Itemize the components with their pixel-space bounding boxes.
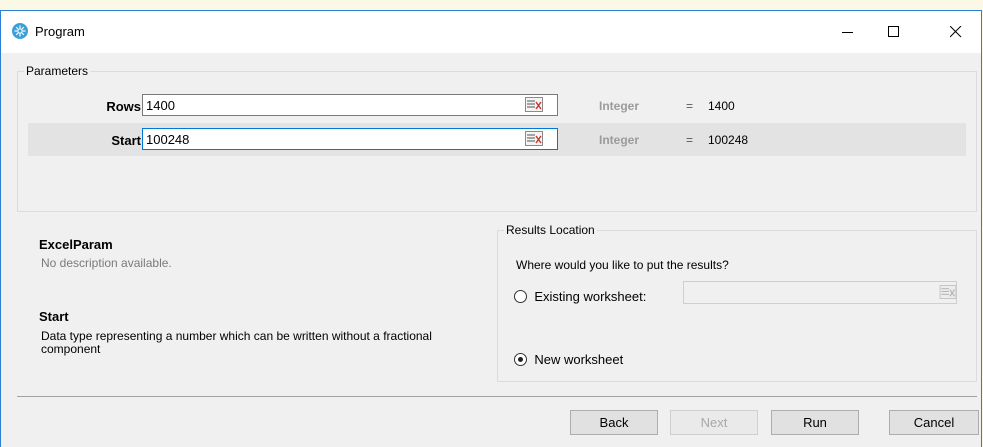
- range-picker-icon[interactable]: [525, 131, 543, 146]
- title-bar: Program: [1, 11, 981, 53]
- maximize-button[interactable]: [871, 11, 917, 53]
- results-location-group: Results Location Where would you like to…: [497, 223, 977, 382]
- param-equals-rows: =: [686, 99, 694, 113]
- range-picker-icon[interactable]: [525, 97, 543, 112]
- maximize-icon: [888, 26, 899, 37]
- param-label-start: Start: [111, 133, 141, 148]
- param-result-rows: 1400: [708, 99, 735, 113]
- param-label-rows: Rows: [106, 99, 141, 114]
- range-picker-icon[interactable]: [939, 285, 957, 299]
- existing-worksheet-radio[interactable]: Existing worksheet:: [514, 289, 646, 304]
- parameters-legend: Parameters: [24, 64, 91, 78]
- param-row-rows: Rows Integer = 1400: [28, 89, 966, 122]
- results-legend: Results Location: [504, 223, 597, 237]
- param-description-text: Data type representing a number which ca…: [41, 329, 432, 356]
- existing-worksheet-field[interactable]: [683, 281, 957, 304]
- param-description-title: Start: [39, 309, 69, 324]
- existing-worksheet-label: Existing worksheet:: [534, 289, 647, 305]
- program-dialog: Program Parameters Rows 1400 Integer = 1…: [0, 10, 982, 447]
- app-icon: [12, 23, 28, 39]
- radio-button-unchecked[interactable]: [514, 290, 527, 304]
- run-button[interactable]: Run: [771, 410, 859, 435]
- minimize-icon: [842, 32, 853, 33]
- next-button[interactable]: Next: [670, 410, 758, 435]
- cancel-button[interactable]: Cancel: [889, 410, 979, 435]
- footer-separator: [17, 396, 977, 397]
- description-panel: ExcelParam No description available.: [39, 237, 469, 270]
- window-title: Program: [35, 24, 85, 39]
- radio-button-checked[interactable]: [514, 353, 527, 367]
- param-equals-start: =: [686, 133, 694, 147]
- results-question: Where would you like to put the results?: [516, 258, 729, 272]
- description-title: ExcelParam: [39, 237, 113, 252]
- description-text: No description available.: [41, 256, 172, 270]
- minimize-button[interactable]: [825, 11, 871, 53]
- start-input[interactable]: [142, 128, 558, 150]
- parameters-group: Parameters Rows Integer = 1400 Start: [17, 64, 977, 212]
- new-worksheet-label: New worksheet: [534, 352, 624, 368]
- close-button[interactable]: [933, 11, 979, 53]
- close-icon: [950, 26, 962, 38]
- param-row-start: Start Integer = 100248: [28, 123, 966, 156]
- param-result-start: 100248: [708, 133, 749, 147]
- param-type-rows: Integer: [599, 99, 640, 113]
- param-type-start: Integer: [599, 133, 640, 147]
- rows-input[interactable]: [142, 94, 558, 116]
- back-button[interactable]: Back: [570, 410, 658, 435]
- new-worksheet-radio[interactable]: New worksheet: [514, 352, 623, 367]
